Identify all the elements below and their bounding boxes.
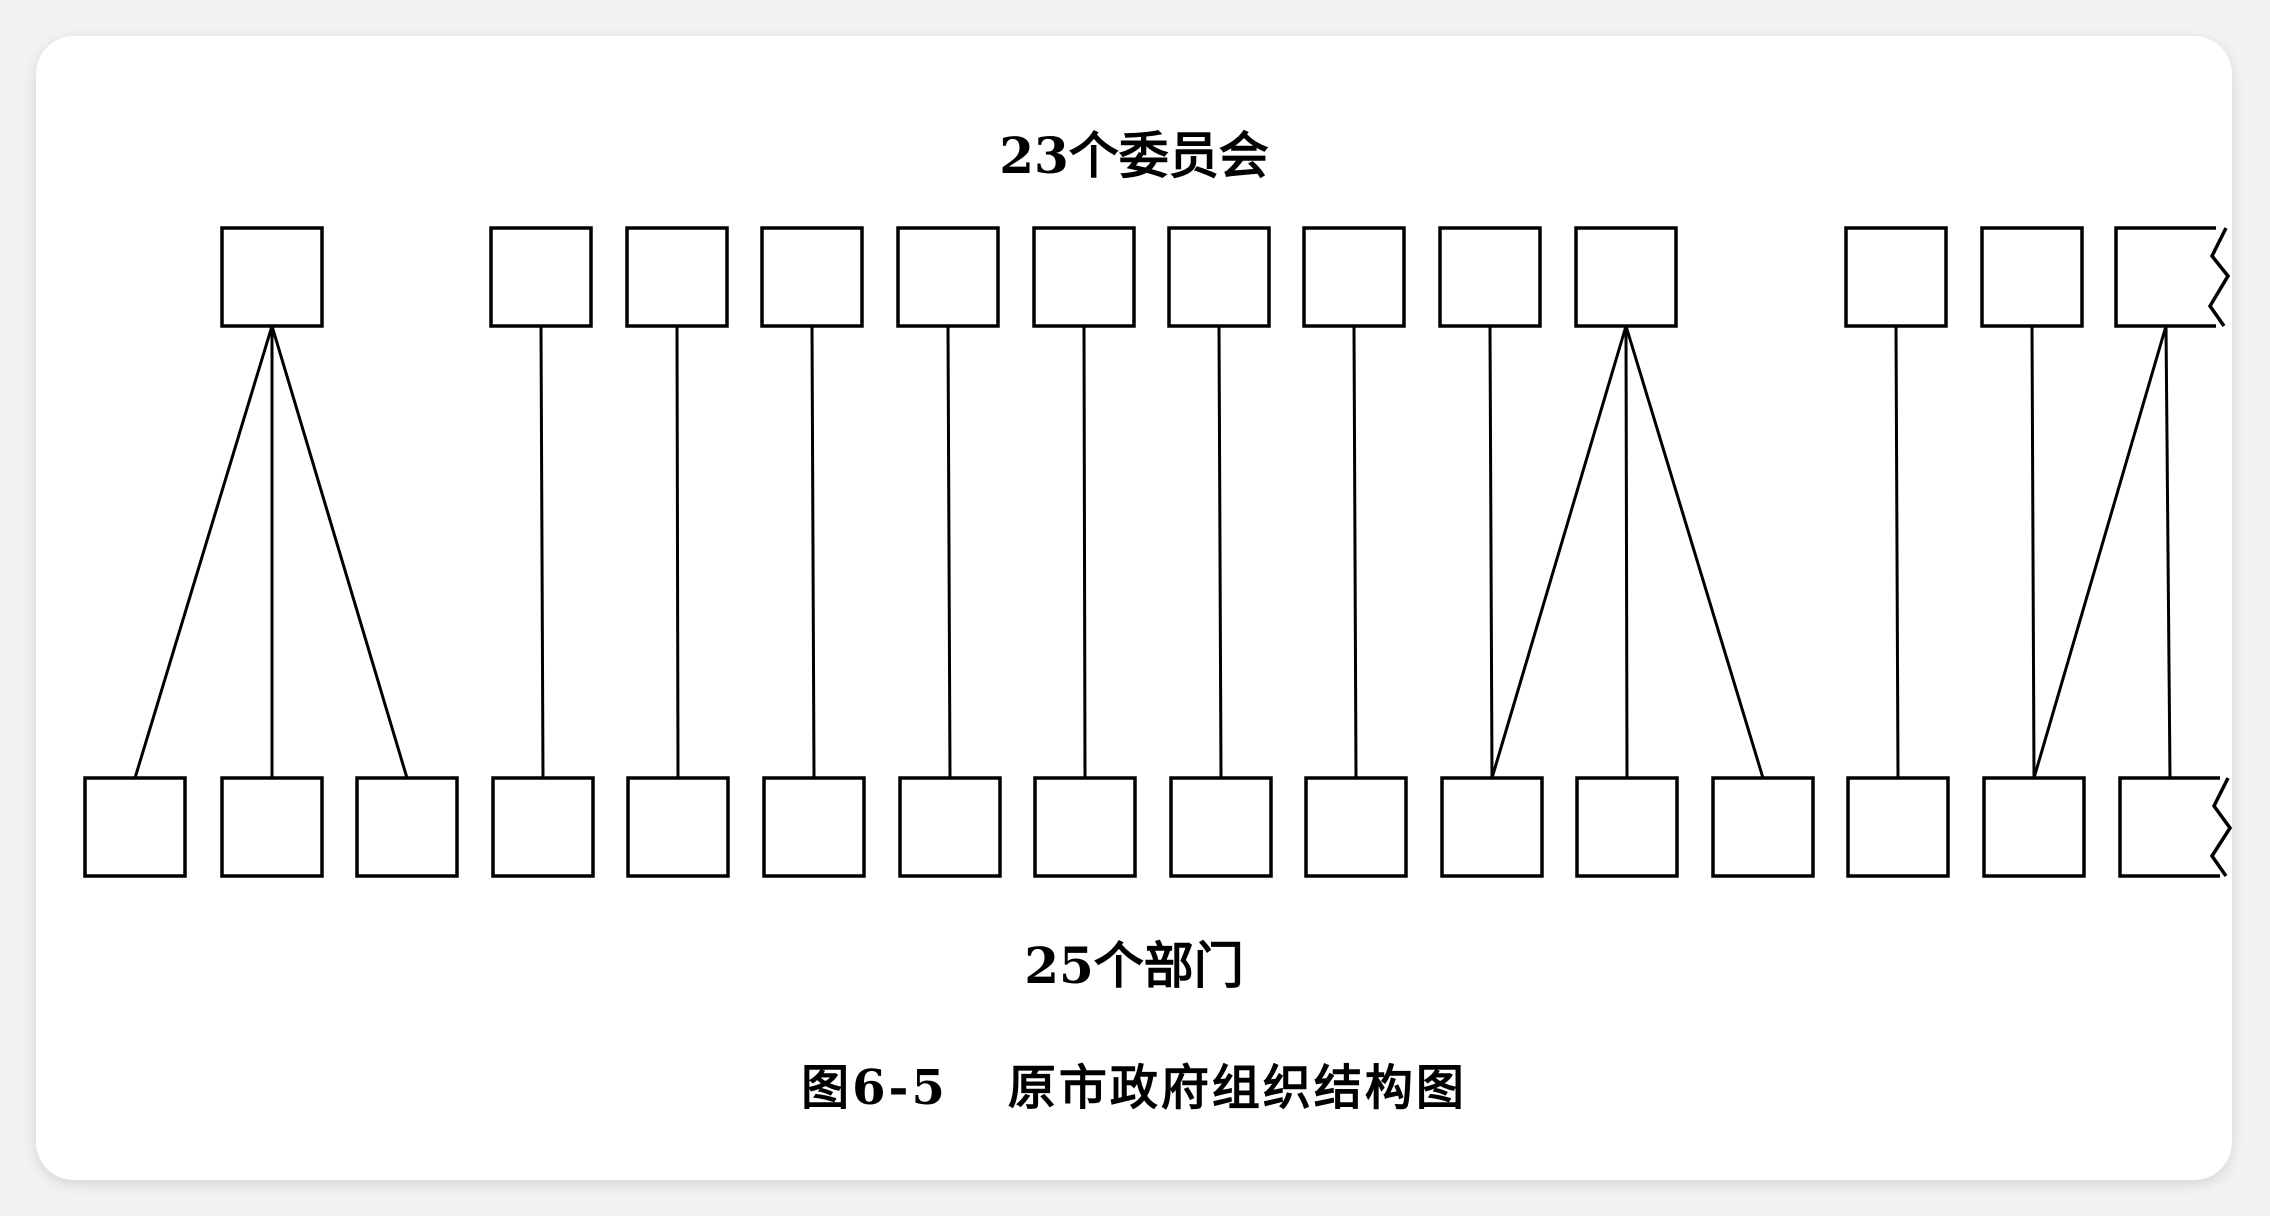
department-box [1575, 776, 1679, 878]
department-box [1033, 776, 1137, 878]
diagram-card: 23个委员会 25个部门 图6-5 原市政府组织结构图 [36, 36, 2232, 1180]
committee-box [1302, 226, 1406, 328]
committee-boxes [220, 226, 2231, 328]
department-box [898, 776, 1002, 878]
committee-box [625, 226, 729, 328]
department-box [1846, 776, 1950, 878]
committee-box [1844, 226, 1948, 328]
figure-title: 原市政府组织结构图 [1007, 1060, 1467, 1116]
department-box [1982, 776, 2086, 878]
connector-line [2030, 325, 2036, 779]
connector-lines [133, 325, 2172, 779]
figure-caption: 图6-5 原市政府组织结构图 [36, 1048, 2232, 1118]
connector-line [1217, 325, 1223, 779]
committee-box [896, 226, 1000, 328]
department-box [220, 776, 324, 878]
department-box-truncated [2118, 776, 2232, 878]
departments-label: 25个部门 [1024, 936, 1244, 995]
department-box [355, 776, 459, 878]
committee-box [1574, 226, 1678, 328]
connector-line [1624, 325, 1629, 779]
connector-line [2164, 325, 2172, 779]
connector-line [133, 325, 274, 779]
department-box [626, 776, 730, 878]
connector-line [2032, 325, 2168, 779]
department-box [762, 776, 866, 878]
committee-box [1167, 226, 1271, 328]
department-box [1169, 776, 1273, 878]
connector-line [1490, 325, 1628, 779]
connector-line [675, 325, 680, 779]
connector-line [1624, 325, 1765, 779]
department-box [491, 776, 595, 878]
department-boxes [83, 776, 2232, 878]
department-box [1711, 776, 1815, 878]
connector-line [1352, 325, 1358, 779]
committee-box [1980, 226, 2084, 328]
connector-line [810, 325, 816, 779]
committee-box [489, 226, 593, 328]
connector-line [539, 325, 545, 779]
department-box [1304, 776, 1408, 878]
committee-box [760, 226, 864, 328]
committee-box-truncated [2114, 226, 2231, 328]
committee-box [1438, 226, 1542, 328]
connector-line [946, 325, 952, 779]
committee-box [220, 226, 324, 328]
connector-line [1894, 325, 1900, 779]
department-box [83, 776, 187, 878]
connector-line [270, 325, 409, 779]
connector-line [1082, 325, 1087, 779]
connector-line [1488, 325, 1494, 779]
committee-box [1032, 226, 1136, 328]
org-structure-diagram [83, 226, 2232, 878]
figure-number: 图6-5 [801, 1060, 948, 1116]
department-box [1440, 776, 1544, 878]
